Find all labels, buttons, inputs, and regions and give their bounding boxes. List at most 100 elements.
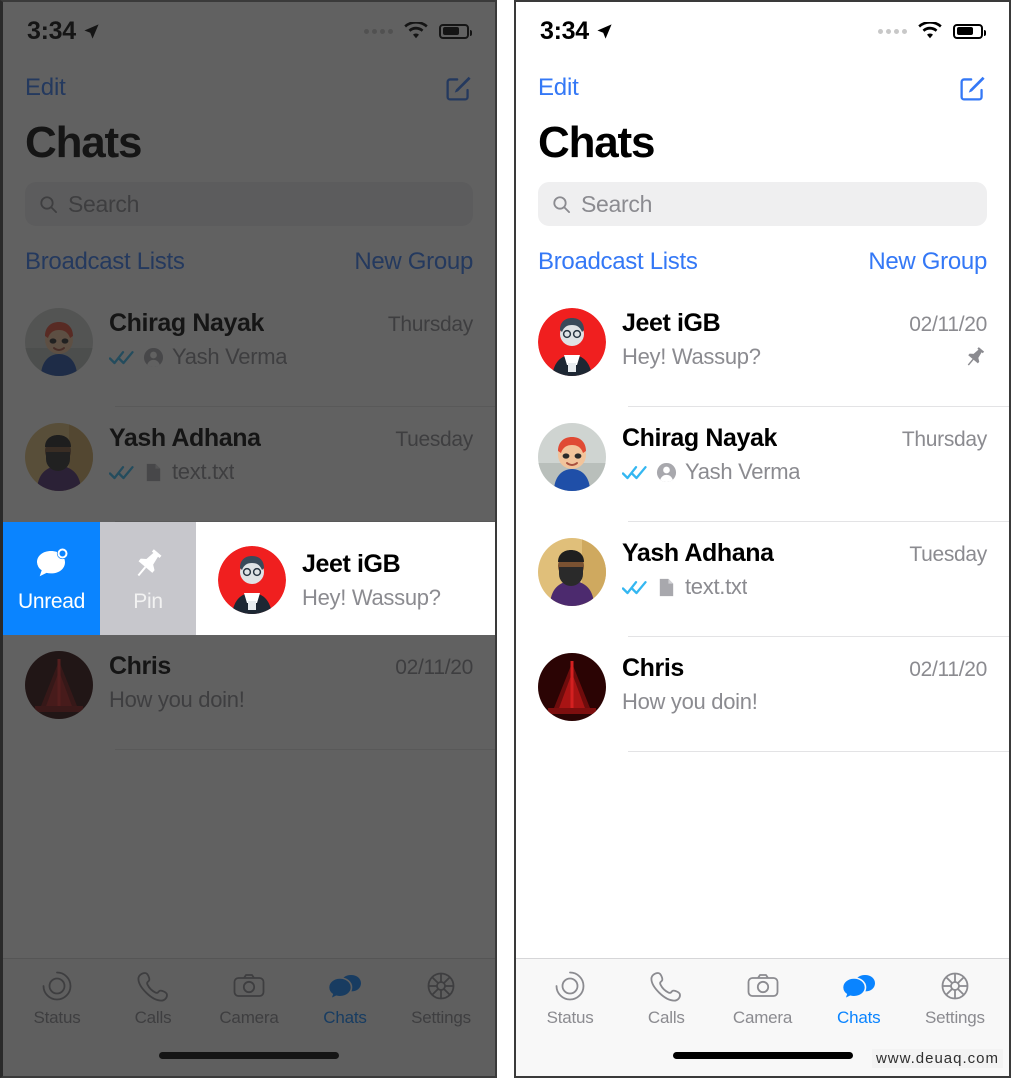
- status-bar: 3:34: [516, 2, 1009, 60]
- chat-preview: Hey! Wassup?: [622, 344, 761, 370]
- chat-bubbles-icon: [842, 969, 876, 1003]
- tab-camera[interactable]: Camera: [714, 969, 810, 1034]
- chat-timestamp: Thursday: [388, 313, 473, 337]
- chat-list: Jeet iGB 02/11/20 Hey! Wassup?: [516, 292, 1009, 958]
- tab-camera[interactable]: Camera: [201, 969, 297, 1034]
- unread-action-label: Unread: [18, 590, 85, 614]
- avatar: [25, 308, 93, 376]
- swiped-chat-content[interactable]: Jeet iGB Hey! Wassup?: [196, 522, 495, 635]
- double-check-blue-icon: [622, 579, 648, 596]
- search-container: Search: [516, 166, 1009, 226]
- phone-icon: [649, 969, 683, 1003]
- table-row[interactable]: Yash Adhana Tuesday: [3, 407, 495, 522]
- pin-action-label: Pin: [133, 590, 162, 614]
- chat-preview: Yash Verma: [685, 459, 800, 485]
- compose-icon[interactable]: [444, 74, 473, 103]
- chat-preview: Yash Verma: [172, 344, 287, 370]
- signal-dots-icon: [878, 29, 907, 34]
- list-actions-row: Broadcast Lists New Group: [516, 226, 1009, 292]
- chat-preview: text.txt: [685, 574, 747, 600]
- chat-timestamp: Thursday: [902, 428, 987, 452]
- broadcast-lists-link[interactable]: Broadcast Lists: [538, 248, 698, 276]
- avatar: [538, 538, 606, 606]
- status-rings-icon: [40, 969, 74, 1003]
- new-group-link[interactable]: New Group: [868, 248, 987, 276]
- chat-name: Yash Adhana: [622, 539, 774, 568]
- chat-name: Jeet iGB: [622, 309, 720, 338]
- tab-camera-label: Camera: [733, 1008, 792, 1028]
- status-rings-icon: [553, 969, 587, 1003]
- chat-timestamp: Tuesday: [909, 543, 987, 567]
- search-placeholder: Search: [581, 191, 652, 218]
- row-separator: [115, 749, 495, 750]
- search-input[interactable]: Search: [538, 182, 987, 226]
- tab-calls-label: Calls: [135, 1008, 172, 1028]
- table-row[interactable]: Chris 02/11/20 How you doin!: [516, 637, 1009, 752]
- row-separator: [628, 751, 1009, 752]
- status-bar-time: 3:34: [27, 17, 76, 46]
- wifi-icon: [918, 22, 942, 40]
- tab-calls[interactable]: Calls: [105, 969, 201, 1034]
- home-indicator[interactable]: [159, 1052, 339, 1059]
- tab-status[interactable]: Status: [522, 969, 618, 1034]
- broadcast-lists-link[interactable]: Broadcast Lists: [25, 248, 185, 276]
- phone-icon: [136, 969, 170, 1003]
- table-row[interactable]: Chirag Nayak Thursday: [3, 292, 495, 407]
- chat-name: Yash Adhana: [109, 424, 261, 453]
- home-indicator-area: [9, 1034, 489, 1076]
- avatar: [25, 423, 93, 491]
- mark-unread-action-button[interactable]: Unread: [3, 522, 100, 635]
- list-actions-row: Broadcast Lists New Group: [3, 226, 495, 292]
- double-check-blue-icon: [109, 464, 135, 481]
- double-check-blue-icon: [109, 349, 135, 366]
- chat-name: Jeet iGB: [302, 550, 400, 579]
- pin-icon: [128, 544, 168, 584]
- nav-bar: Edit Chats: [516, 60, 1009, 166]
- tab-settings[interactable]: Settings: [907, 969, 1003, 1034]
- watermark: www.deuaq.com: [872, 1049, 1003, 1068]
- nav-bar: Edit Chats: [3, 60, 495, 166]
- chat-timestamp: 02/11/20: [909, 658, 987, 682]
- edit-button[interactable]: Edit: [25, 74, 66, 102]
- chat-preview: text.txt: [172, 459, 234, 485]
- table-row[interactable]: Jeet iGB 02/11/20 Hey! Wassup?: [516, 292, 1009, 407]
- tab-status[interactable]: Status: [9, 969, 105, 1034]
- tab-calls-label: Calls: [648, 1008, 685, 1028]
- avatar: [218, 546, 286, 614]
- table-row[interactable]: Yash Adhana Tuesday: [516, 522, 1009, 637]
- status-bar-time: 3:34: [540, 17, 589, 46]
- document-icon: [143, 462, 164, 483]
- avatar: [25, 651, 93, 719]
- home-indicator[interactable]: [673, 1052, 853, 1059]
- camera-icon: [746, 969, 780, 1003]
- gear-icon: [424, 969, 458, 1003]
- table-row[interactable]: Chirag Nayak Thursday: [516, 407, 1009, 522]
- chat-preview: Hey! Wassup?: [302, 585, 441, 611]
- pinned-indicator-icon: [963, 345, 987, 369]
- new-group-link[interactable]: New Group: [354, 248, 473, 276]
- right-phone-screenshot: 3:34 Edit: [514, 0, 1011, 1078]
- edit-button[interactable]: Edit: [538, 74, 579, 102]
- tab-chats[interactable]: Chats: [297, 969, 393, 1034]
- page-title: Chats: [538, 120, 987, 166]
- chat-name: Chris: [109, 652, 171, 681]
- chat-preview: How you doin!: [109, 687, 245, 713]
- search-input[interactable]: Search: [25, 182, 473, 226]
- search-placeholder: Search: [68, 191, 139, 218]
- left-phone-screenshot: 3:34 Edit: [0, 0, 497, 1078]
- table-row[interactable]: Chris 02/11/20 How you doin!: [3, 635, 495, 750]
- tab-calls[interactable]: Calls: [618, 969, 714, 1034]
- chat-name: Chris: [622, 654, 684, 683]
- double-check-blue-icon: [622, 464, 648, 481]
- avatar: [538, 423, 606, 491]
- swiped-chat-row: Unread Pin: [3, 522, 495, 635]
- tab-chats[interactable]: Chats: [811, 969, 907, 1034]
- compose-icon[interactable]: [958, 74, 987, 103]
- search-icon: [552, 195, 571, 214]
- tab-camera-label: Camera: [219, 1008, 278, 1028]
- signal-dots-icon: [364, 29, 393, 34]
- status-bar: 3:34: [3, 2, 495, 60]
- pin-action-button[interactable]: Pin: [100, 522, 196, 635]
- tab-settings[interactable]: Settings: [393, 969, 489, 1034]
- chat-bubbles-icon: [328, 969, 362, 1003]
